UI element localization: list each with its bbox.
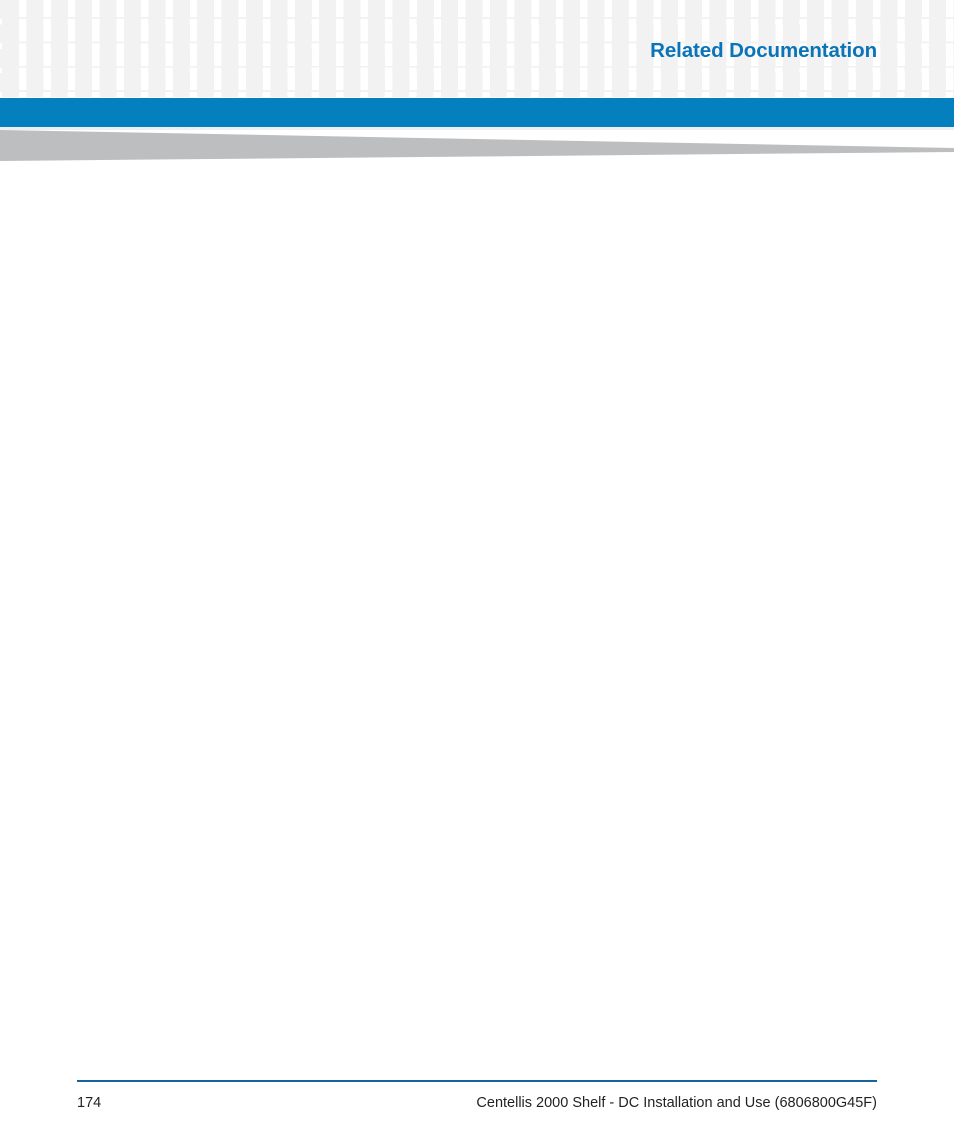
document-page: Related Documentation 174 Centellis 2000… (0, 0, 954, 1145)
footer-document-title: Centellis 2000 Shelf - DC Installation a… (476, 1095, 877, 1111)
page-body (77, 190, 877, 1050)
header-blue-band (0, 98, 954, 127)
footer-divider-rule (77, 1080, 877, 1082)
footer-page-number: 174 (77, 1095, 102, 1111)
page-footer: 174 Centellis 2000 Shelf - DC Installati… (0, 1080, 954, 1140)
header-band-shadow (0, 127, 954, 130)
page-title: Related Documentation (650, 39, 877, 62)
header-gray-swoosh (0, 130, 954, 164)
